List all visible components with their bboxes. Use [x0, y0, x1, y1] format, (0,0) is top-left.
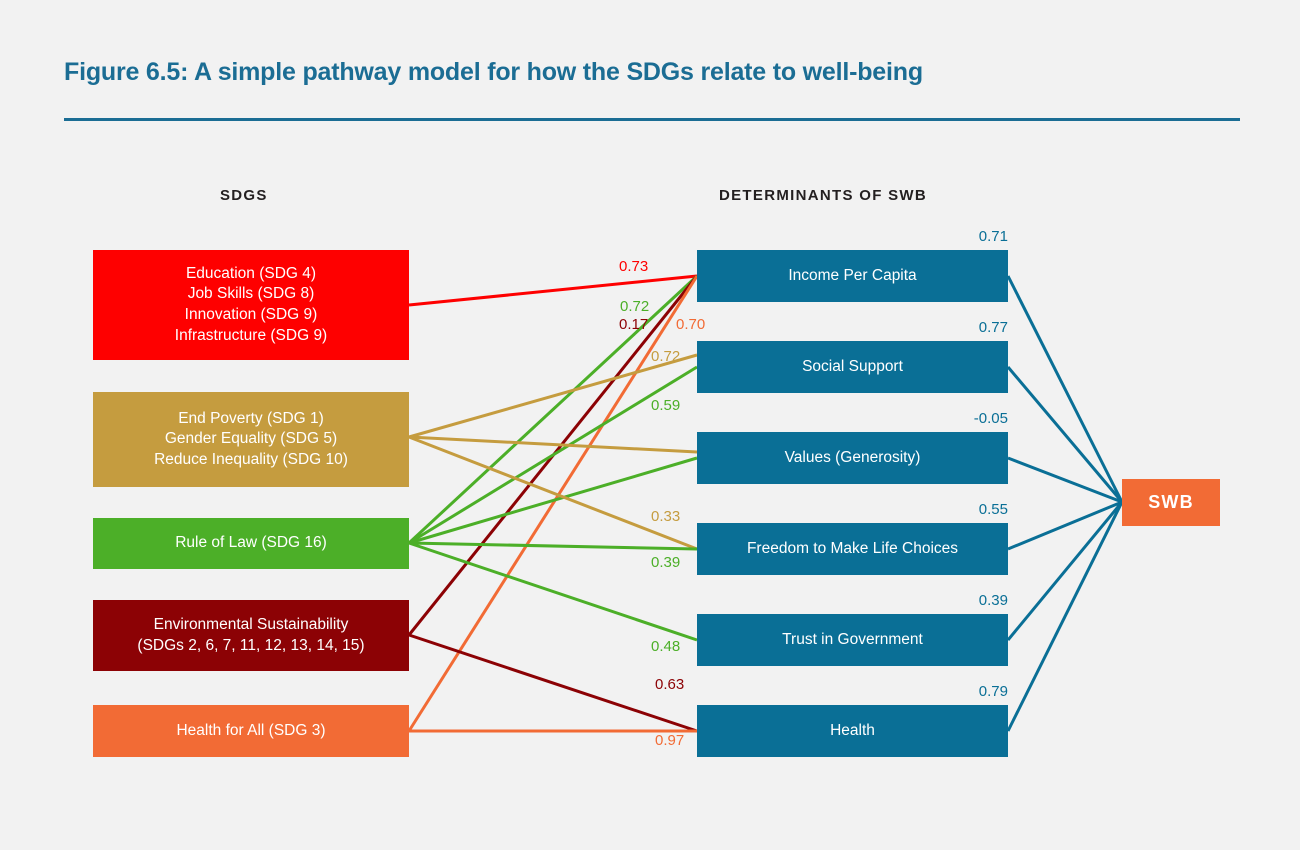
- weight-label-environment-to-health: 0.63: [655, 676, 685, 693]
- weight-label-social-to-swb: 0.77: [978, 319, 1008, 336]
- swb-link: [1006, 501, 1124, 732]
- pathway-link: [408, 456, 698, 545]
- node-sdg-health_all[interactable]: Health for All (SDG 3): [93, 705, 409, 757]
- node-determinant-freedom[interactable]: Freedom to Make Life Choices: [697, 523, 1008, 575]
- pathway-link: [408, 353, 698, 439]
- node-determinant-income[interactable]: Income Per Capita: [697, 250, 1008, 302]
- weight-label-rule_of_law-to-freedom: 0.39: [651, 554, 681, 571]
- weight-label-trust-to-swb: 0.39: [978, 592, 1008, 609]
- weight-label-freedom-to-swb: 0.55: [978, 501, 1008, 518]
- node-determinant-social[interactable]: Social Support: [697, 341, 1008, 393]
- weight-label-health_all-to-income: 0.70: [676, 316, 706, 333]
- weight-label-rule_of_law-to-income: 0.72: [620, 298, 650, 315]
- swb-link: [1007, 500, 1123, 551]
- node-determinant-values[interactable]: Values (Generosity): [697, 432, 1008, 484]
- node-sdg-environment[interactable]: Environmental Sustainability (SDGs 2, 6,…: [93, 600, 409, 671]
- weight-label-health-to-swb: 0.79: [978, 683, 1008, 700]
- pathway-link: [408, 435, 698, 454]
- node-determinant-trust[interactable]: Trust in Government: [697, 614, 1008, 666]
- weight-label-poverty-to-income: 0.72: [651, 348, 681, 365]
- weight-label-rule_of_law-to-social: 0.59: [651, 397, 681, 414]
- determinant-to-swb-links: [1006, 275, 1124, 732]
- weight-label-health_all-to-health: 0.97: [655, 732, 685, 749]
- node-sdg-education[interactable]: Education (SDG 4) Job Skills (SDG 8) Inn…: [93, 250, 409, 360]
- node-sdg-poverty[interactable]: End Poverty (SDG 1) Gender Equality (SDG…: [93, 392, 409, 487]
- weight-label-education-to-income: 0.73: [619, 258, 649, 275]
- weight-label-income-to-swb: 0.71: [978, 228, 1008, 245]
- weight-label-poverty-to-freedom: 0.33: [651, 508, 681, 525]
- pathway-link: [408, 541, 698, 551]
- pathway-link: [408, 274, 698, 307]
- node-swb[interactable]: SWB: [1122, 479, 1220, 526]
- weight-label-environment-to-income: 0.17: [619, 316, 649, 333]
- weight-label-rule_of_law-to-trust: 0.48: [651, 638, 681, 655]
- node-determinant-health[interactable]: Health: [697, 705, 1008, 757]
- weight-label-values-to-swb: -0.05: [973, 410, 1008, 427]
- sdg-to-determinant-links: [407, 274, 699, 733]
- figure-canvas: Figure 6.5: A simple pathway model for h…: [0, 0, 1300, 850]
- node-sdg-rule_of_law[interactable]: Rule of Law (SDG 16): [93, 518, 409, 569]
